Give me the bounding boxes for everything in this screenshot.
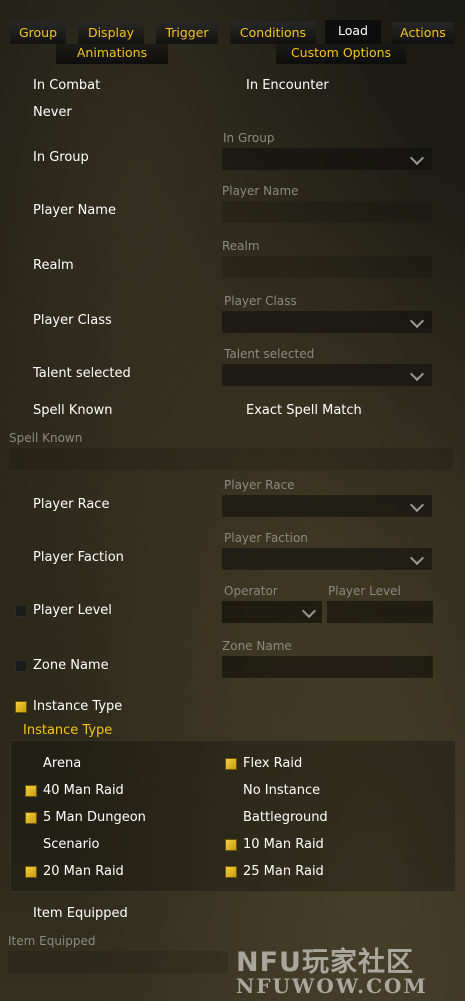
zone-name-checkbox[interactable] — [15, 660, 27, 672]
talent-selected-checkbox[interactable] — [15, 368, 27, 380]
exact-spell-match-checkbox[interactable] — [226, 405, 238, 417]
operator-dropdown[interactable] — [222, 601, 322, 623]
spell-known-input[interactable] — [9, 448, 453, 470]
in-encounter-label: In Encounter — [246, 78, 329, 93]
chevron-down-icon — [409, 550, 425, 566]
realm-label: Realm — [33, 258, 74, 273]
exact-spell-match-label: Exact Spell Match — [246, 403, 362, 418]
in-group-dropdown-label: In Group — [223, 131, 275, 145]
player-race-label: Player Race — [33, 497, 110, 512]
tab-animations[interactable]: Animations — [56, 44, 168, 64]
dungeon-5-label: 5 Man Dungeon — [43, 810, 146, 825]
tab-custom-options[interactable]: Custom Options — [276, 44, 406, 64]
instance-type-label: Instance Type — [33, 699, 123, 714]
instance-type-checkbox[interactable] — [15, 701, 27, 713]
no-instance-checkbox[interactable] — [225, 785, 237, 797]
in-combat-label: In Combat — [33, 78, 101, 93]
spell-known-input-label: Spell Known — [9, 431, 83, 445]
tab-display[interactable]: Display — [78, 22, 144, 44]
in-encounter-checkbox[interactable] — [226, 80, 238, 92]
chevron-down-icon — [409, 366, 425, 382]
operator-label: Operator — [224, 584, 278, 598]
tab-conditions[interactable]: Conditions — [230, 22, 316, 44]
player-faction-dropdown-label: Player Faction — [224, 531, 308, 545]
item-equipped-input[interactable] — [8, 951, 228, 973]
player-race-checkbox[interactable] — [15, 499, 27, 511]
spell-known-checkbox[interactable] — [15, 405, 27, 417]
tab-actions[interactable]: Actions — [392, 22, 454, 44]
never-label: Never — [33, 105, 72, 120]
realm-input[interactable] — [222, 256, 432, 278]
raid-10-checkbox[interactable] — [225, 839, 237, 851]
flex-raid-label: Flex Raid — [243, 756, 303, 771]
arena-label: Arena — [43, 756, 82, 771]
in-combat-checkbox[interactable] — [15, 80, 27, 92]
scenario-checkbox[interactable] — [25, 839, 37, 851]
player-class-dropdown-label: Player Class — [224, 294, 297, 308]
never-checkbox[interactable] — [15, 107, 27, 119]
tab-trigger[interactable]: Trigger — [156, 22, 218, 44]
battleground-label: Battleground — [243, 810, 328, 825]
spell-known-label: Spell Known — [33, 403, 113, 418]
item-equipped-label: Item Equipped — [33, 906, 128, 921]
zone-name-field-label: Zone Name — [222, 639, 292, 653]
player-class-label: Player Class — [33, 313, 112, 328]
chevron-down-icon — [409, 497, 425, 513]
tab-load[interactable]: Load — [325, 20, 381, 44]
player-faction-checkbox[interactable] — [15, 552, 27, 564]
talent-selected-dropdown[interactable] — [222, 364, 432, 386]
player-class-dropdown[interactable] — [222, 311, 432, 333]
chevron-down-icon — [409, 150, 425, 166]
battleground-checkbox[interactable] — [225, 812, 237, 824]
no-instance-label: No Instance — [243, 783, 321, 798]
player-level-input[interactable] — [327, 601, 433, 623]
player-level-checkbox[interactable] — [15, 605, 27, 617]
zone-name-label: Zone Name — [33, 658, 109, 673]
in-group-checkbox[interactable] — [15, 152, 27, 164]
tab-group[interactable]: Group — [10, 22, 66, 44]
player-name-label: Player Name — [33, 203, 116, 218]
player-race-dropdown-label: Player Race — [224, 478, 295, 492]
watermark-url: NFUWOW.COM — [236, 974, 428, 998]
raid-20-label: 20 Man Raid — [43, 864, 124, 879]
player-name-field-label: Player Name — [222, 184, 299, 198]
realm-field-label: Realm — [222, 239, 260, 253]
item-equipped-input-label: Item Equipped — [8, 934, 96, 948]
chevron-down-icon — [301, 603, 317, 619]
raid-25-label: 25 Man Raid — [243, 864, 324, 879]
arena-checkbox[interactable] — [25, 758, 37, 770]
player-race-dropdown[interactable] — [222, 495, 432, 517]
raid-10-label: 10 Man Raid — [243, 837, 324, 852]
flex-raid-checkbox[interactable] — [225, 758, 237, 770]
player-faction-dropdown[interactable] — [222, 548, 432, 570]
talent-selected-label: Talent selected — [33, 366, 131, 381]
player-name-input[interactable] — [222, 201, 432, 223]
instance-type-header: Instance Type — [23, 723, 113, 738]
player-level-field-label: Player Level — [328, 584, 401, 598]
item-equipped-checkbox[interactable] — [15, 908, 27, 920]
talent-selected-dropdown-label: Talent selected — [224, 347, 315, 361]
chevron-down-icon — [409, 313, 425, 329]
player-class-checkbox[interactable] — [15, 315, 27, 327]
raid-20-checkbox[interactable] — [25, 866, 37, 878]
scenario-label: Scenario — [43, 837, 100, 852]
raid-25-checkbox[interactable] — [225, 866, 237, 878]
zone-name-input[interactable] — [222, 656, 433, 678]
player-name-checkbox[interactable] — [15, 205, 27, 217]
in-group-dropdown[interactable] — [222, 148, 432, 170]
raid-40-label: 40 Man Raid — [43, 783, 124, 798]
in-group-label: In Group — [33, 150, 89, 165]
player-faction-label: Player Faction — [33, 550, 124, 565]
dungeon-5-checkbox[interactable] — [25, 812, 37, 824]
raid-40-checkbox[interactable] — [25, 785, 37, 797]
player-level-label: Player Level — [33, 603, 112, 618]
realm-checkbox[interactable] — [15, 260, 27, 272]
